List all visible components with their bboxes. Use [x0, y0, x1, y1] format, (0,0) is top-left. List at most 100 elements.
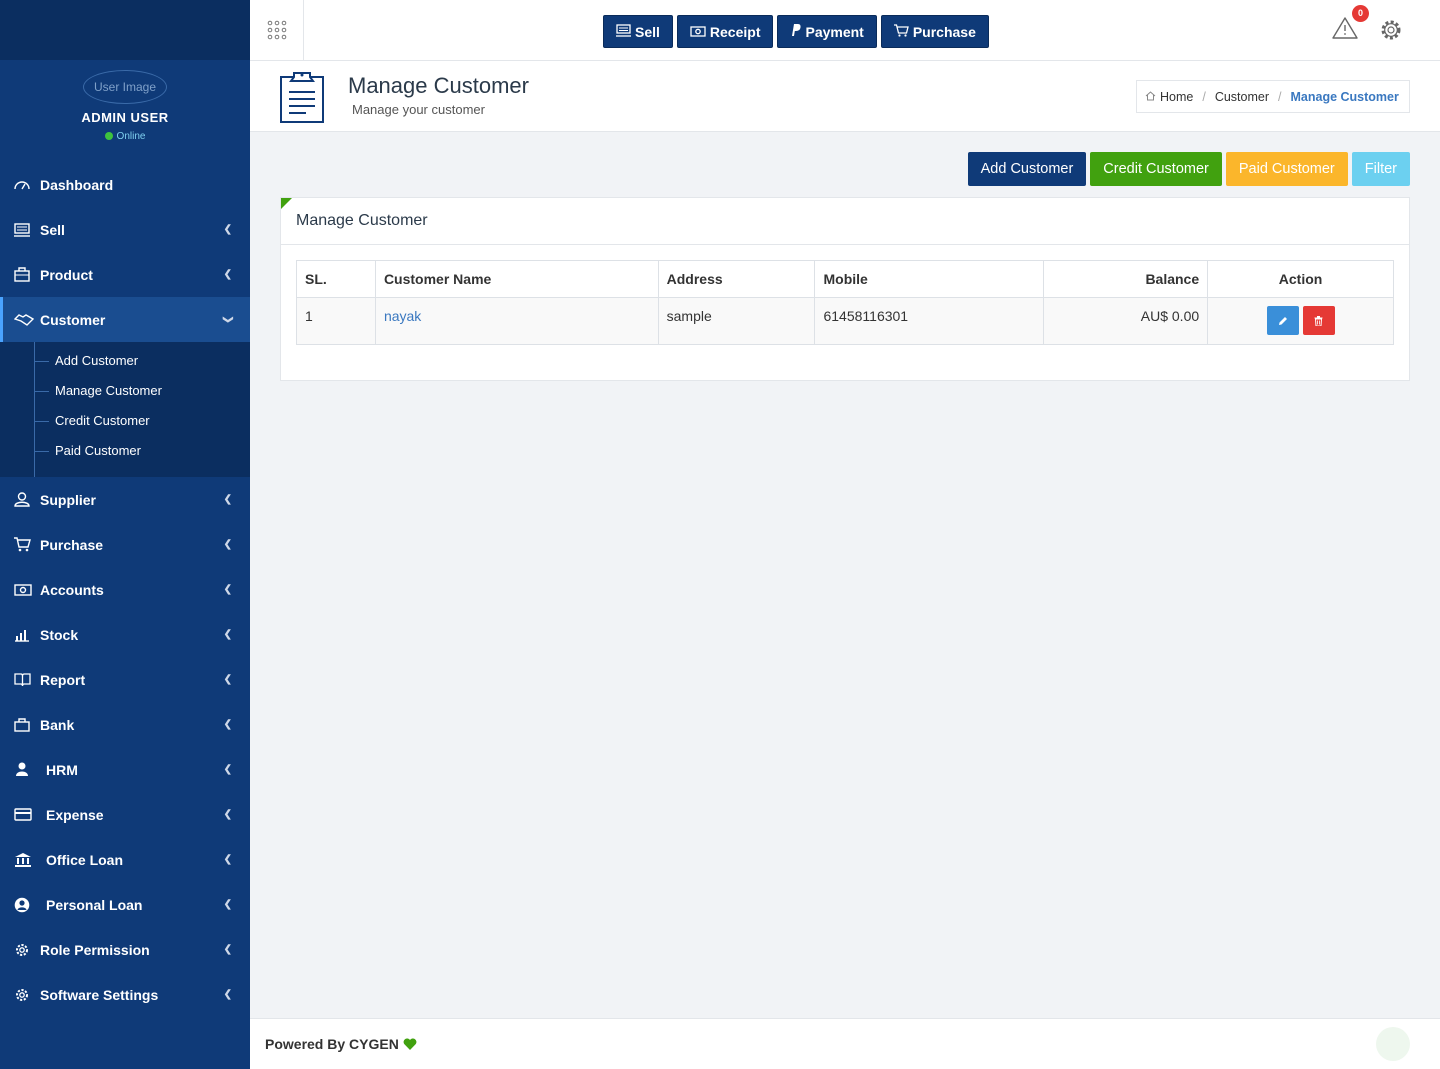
sell-icon — [14, 222, 36, 237]
sidebar-item-customer[interactable]: Customer ❮ — [0, 297, 250, 342]
chevron-left-icon: ❮ — [223, 539, 232, 550]
sidebar-item-dashboard[interactable]: Dashboard — [0, 162, 250, 207]
chevron-down-icon: ❮ — [222, 315, 234, 324]
quick-receipt-label: Receipt — [709, 23, 761, 40]
avatar: User Image — [83, 70, 167, 104]
gear-icon — [1381, 20, 1401, 40]
breadcrumb-home[interactable]: Home — [1160, 90, 1193, 104]
sidebar-item-label: Sell — [40, 221, 65, 238]
table-row: 1 nayak sample 61458116301 AU$ 0.00 — [296, 297, 1394, 345]
quick-receipt-button[interactable]: Receipt — [676, 15, 774, 48]
credit-card-icon — [14, 808, 36, 821]
sidebar-logo-area — [0, 0, 250, 60]
delete-button[interactable] — [1302, 306, 1335, 335]
sidebar: User Image ADMIN USER Online Dashboard S… — [0, 0, 250, 1069]
dashboard-icon — [14, 179, 36, 191]
column-header-balance: Balance — [1043, 260, 1209, 298]
sell-icon — [616, 23, 631, 40]
sidebar-item-hrm[interactable]: HRM ❮ — [0, 747, 250, 792]
credit-customer-button[interactable]: Credit Customer — [1090, 152, 1222, 186]
user-panel: User Image ADMIN USER Online — [0, 60, 250, 162]
submenu-paid-customer[interactable]: Paid Customer — [0, 436, 250, 466]
sidebar-item-supplier[interactable]: Supplier ❮ — [0, 477, 250, 522]
sidebar-item-label: HRM — [46, 761, 78, 778]
sidebar-item-role-permission[interactable]: Role Permission ❮ — [0, 927, 250, 972]
chevron-left-icon: ❮ — [223, 899, 232, 910]
quick-sell-button[interactable]: Sell — [603, 15, 673, 48]
edit-button[interactable] — [1266, 306, 1299, 335]
money-icon — [690, 24, 706, 40]
sidebar-item-label: Stock — [40, 626, 79, 643]
paypal-icon — [790, 23, 802, 40]
sidebar-item-report[interactable]: Report ❮ — [0, 657, 250, 702]
chevron-left-icon: ❮ — [223, 494, 232, 505]
add-customer-button[interactable]: Add Customer — [967, 152, 1087, 186]
sidebar-item-label: Software Settings — [40, 986, 159, 1003]
column-header-address: Address — [657, 260, 816, 298]
quick-purchase-label: Purchase — [912, 23, 976, 40]
sidebar-item-stock[interactable]: Stock ❮ — [0, 612, 250, 657]
bank-icon — [14, 852, 36, 867]
settings-button[interactable] — [1378, 17, 1404, 46]
cell-address: sample — [657, 297, 816, 345]
submenu-manage-customer[interactable]: Manage Customer — [0, 376, 250, 406]
briefcase-icon — [14, 717, 36, 732]
person-icon — [14, 762, 36, 777]
page-title: Manage Customer — [348, 73, 529, 98]
user-icon — [14, 492, 36, 507]
manage-customer-panel: Manage Customer SL. Customer Name Addres… — [280, 197, 1410, 381]
breadcrumb: Home / Customer / Manage Customer — [1136, 80, 1410, 113]
sidebar-item-software-settings[interactable]: Software Settings ❮ — [0, 972, 250, 1017]
sidebar-item-personal-loan[interactable]: Personal Loan ❮ — [0, 882, 250, 927]
customer-actions: Add Customer Credit Customer Paid Custom… — [967, 152, 1410, 186]
submenu-add-customer[interactable]: Add Customer — [0, 346, 250, 376]
sidebar-item-label: Supplier — [40, 491, 97, 508]
column-header-customer-name: Customer Name — [374, 260, 659, 298]
cart-icon — [893, 23, 909, 40]
panel-title: Manage Customer — [281, 198, 1409, 245]
apps-grid-icon[interactable] — [250, 0, 304, 60]
breadcrumb-customer[interactable]: Customer — [1215, 90, 1269, 104]
footer-text: Powered By CYGEN — [265, 1036, 417, 1052]
cell-balance: AU$ 0.00 — [1043, 297, 1209, 345]
quick-purchase-button[interactable]: Purchase — [880, 15, 989, 48]
sidebar-item-product[interactable]: Product ❮ — [0, 252, 250, 297]
sidebar-item-label: Role Permission — [40, 941, 150, 958]
user-status-label: Online — [116, 131, 146, 142]
page-header: Manage Customer Manage your customer Hom… — [250, 61, 1440, 132]
sidebar-item-sell[interactable]: Sell ❮ — [0, 207, 250, 252]
footer-powered-by: Powered By CYGEN — [265, 1036, 399, 1052]
money-icon — [14, 583, 36, 596]
sidebar-item-expense[interactable]: Expense ❮ — [0, 792, 250, 837]
sidebar-item-label: Office Loan — [46, 851, 124, 868]
alert-button[interactable]: 0 — [1332, 5, 1369, 46]
user-name: ADMIN USER — [81, 110, 169, 125]
pencil-icon — [1278, 316, 1287, 325]
sidebar-item-bank[interactable]: Bank ❮ — [0, 702, 250, 747]
product-icon — [14, 267, 36, 282]
sidebar-item-label: Report — [40, 671, 86, 688]
paid-customer-button[interactable]: Paid Customer — [1225, 152, 1348, 186]
handshake-icon — [14, 313, 36, 327]
quick-payment-button[interactable]: Payment — [777, 15, 877, 48]
sidebar-item-label: Dashboard — [40, 176, 114, 193]
alert-count-badge: 0 — [1352, 5, 1369, 22]
filter-button[interactable]: Filter — [1351, 152, 1410, 186]
sidebar-item-office-loan[interactable]: Office Loan ❮ — [0, 837, 250, 882]
sidebar-item-purchase[interactable]: Purchase ❮ — [0, 522, 250, 567]
user-circle-icon — [14, 897, 36, 913]
chevron-left-icon: ❮ — [223, 809, 232, 820]
sidebar-item-accounts[interactable]: Accounts ❮ — [0, 567, 250, 612]
sidebar-item-label: Bank — [40, 716, 75, 733]
scroll-to-top-button[interactable] — [1376, 1027, 1410, 1061]
topbar: Sell Receipt Payment Purchase 0 — [250, 0, 1440, 61]
quick-payment-label: Payment — [805, 23, 864, 40]
chevron-left-icon: ❮ — [223, 584, 232, 595]
cell-mobile: 61458116301 — [814, 297, 1045, 345]
cell-sl: 1 — [296, 297, 376, 345]
user-status: Online — [0, 131, 250, 142]
submenu-credit-customer[interactable]: Credit Customer — [0, 406, 250, 436]
panel-corner-accent — [281, 198, 292, 209]
page-subtitle: Manage your customer — [352, 102, 485, 117]
customer-name-link[interactable]: nayak — [384, 308, 421, 324]
